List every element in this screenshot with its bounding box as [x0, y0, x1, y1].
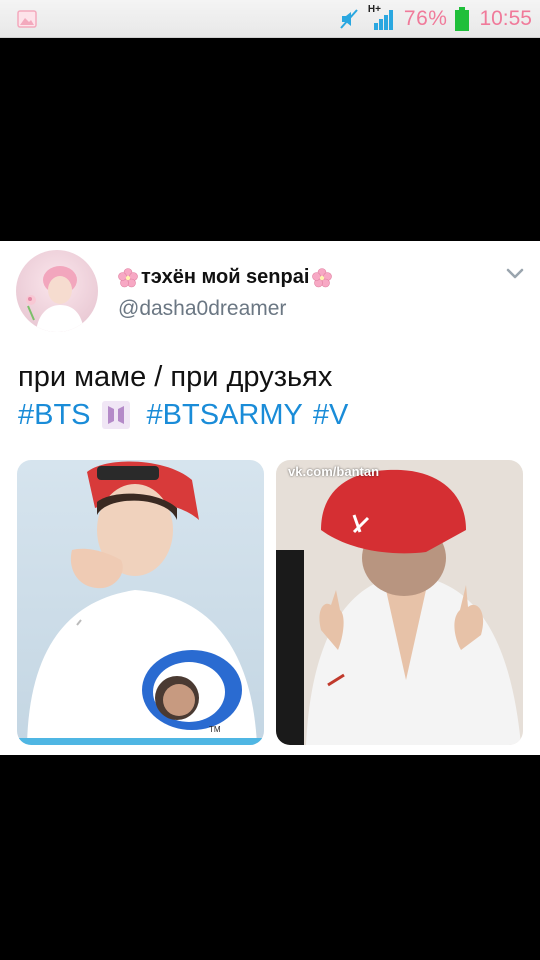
clock: 10:55 — [479, 7, 532, 30]
sakura-icon — [312, 267, 333, 287]
image-icon — [17, 10, 37, 28]
user-handle[interactable]: @dasha0dreamer — [118, 297, 286, 321]
tweet-image-right[interactable]: vk.com/bantan — [276, 460, 523, 745]
hashtag-bts[interactable]: #BTS — [18, 399, 91, 431]
tweet-image-left[interactable]: TM — [17, 460, 264, 745]
hashtags: #BTS #BTSARMY #V — [18, 399, 348, 431]
hashtag-v[interactable]: #V — [313, 399, 348, 431]
display-name-text: тэхён мой senpai — [141, 266, 310, 288]
battery-percent: 76% — [403, 7, 448, 30]
display-name[interactable]: тэхён мой senpai — [118, 266, 333, 289]
avatar[interactable] — [16, 250, 98, 332]
mute-icon — [340, 9, 358, 29]
sakura-icon — [118, 267, 138, 287]
hashtag-btsarmy[interactable]: #BTSARMY — [147, 399, 303, 431]
signal-icon: H+ — [367, 4, 396, 31]
status-bar: H+ 76% 10:55 — [0, 0, 540, 38]
battery-icon — [455, 7, 470, 31]
tweet-text: при маме / при друзьях — [18, 361, 333, 393]
svg-text:TM: TM — [209, 725, 221, 734]
tweet-card: тэхён мой senpai @dasha0dreamer при маме… — [0, 241, 540, 755]
image-watermark: vk.com/bantan — [288, 464, 380, 479]
chevron-down-icon[interactable] — [505, 266, 525, 280]
bts-logo-icon — [101, 401, 130, 429]
network-type: H+ — [367, 4, 381, 15]
